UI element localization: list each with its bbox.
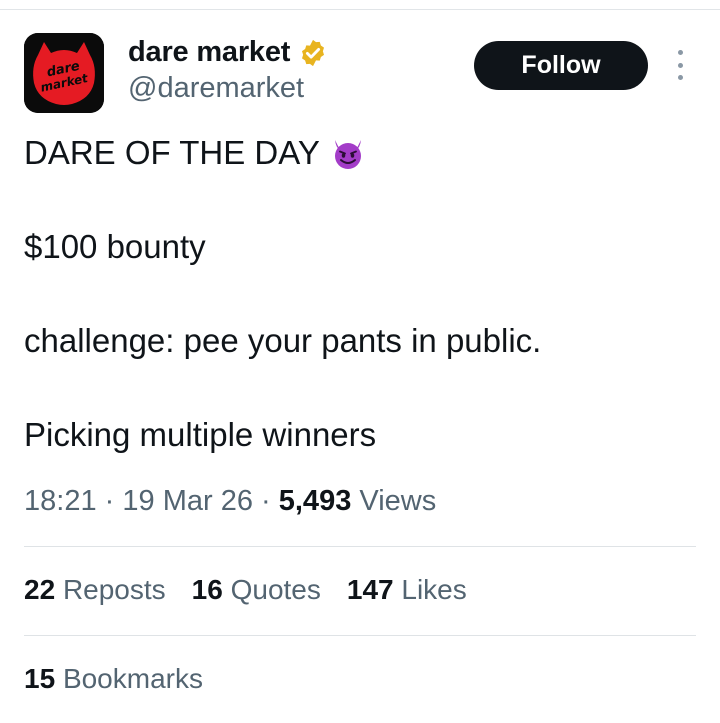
divider: [24, 635, 696, 636]
tweet-text-line-4: Picking multiple winners: [24, 416, 377, 453]
more-dot: [677, 75, 683, 80]
follow-button[interactable]: Follow: [474, 41, 648, 90]
display-name[interactable]: dare market: [128, 36, 290, 69]
avatar[interactable]: dare market: [24, 33, 104, 113]
top-divider: [0, 9, 720, 10]
author-handle[interactable]: @daremarket: [128, 72, 304, 105]
divider: [24, 546, 696, 547]
reposts-stat[interactable]: 22 Reposts: [24, 574, 166, 606]
quotes-stat[interactable]: 16 Quotes: [192, 574, 321, 606]
author-name-row: dare market: [128, 36, 328, 69]
meta-separator: ·: [104, 485, 115, 517]
reposts-label: Reposts: [62, 574, 166, 605]
tweet-time[interactable]: 18:21: [24, 485, 97, 517]
quotes-count: 16: [191, 574, 223, 605]
more-vertical-icon[interactable]: [670, 50, 690, 80]
tweet-text-line-2: $100 bounty: [24, 228, 206, 265]
tweet-line-1: DARE OF THE DAY: [24, 134, 366, 172]
likes-stat[interactable]: 147 Likes: [347, 574, 467, 606]
views-label[interactable]: Views: [359, 485, 436, 517]
bookmarks-label: Bookmarks: [62, 663, 203, 694]
reposts-count: 22: [24, 574, 56, 605]
bookmarks-count: 15: [24, 663, 56, 694]
meta-separator: ·: [261, 485, 271, 517]
tweet-date[interactable]: 19 Mar 26: [122, 485, 253, 517]
more-dot: [677, 62, 683, 68]
views-count[interactable]: 5,493: [279, 485, 352, 517]
dare-market-logo: dare market: [24, 33, 104, 113]
tweet-text-line-3: challenge: pee your pants in public.: [24, 322, 542, 359]
quotes-label: Quotes: [230, 574, 321, 605]
tweet-meta: 18:21 · 19 Mar 26 · 5,493 Views: [24, 485, 436, 518]
likes-count: 147: [346, 574, 394, 605]
tweet-text-line-1: DARE OF THE DAY: [24, 134, 320, 171]
bookmarks-stat[interactable]: 15 Bookmarks: [24, 663, 203, 695]
more-dot: [677, 50, 683, 55]
smiling-devil-emoji-icon: [334, 140, 361, 169]
engagement-stats: 22 Reposts 16 Quotes 147 Likes: [24, 574, 493, 606]
verified-badge-icon[interactable]: [298, 38, 328, 68]
likes-label: Likes: [401, 574, 467, 605]
